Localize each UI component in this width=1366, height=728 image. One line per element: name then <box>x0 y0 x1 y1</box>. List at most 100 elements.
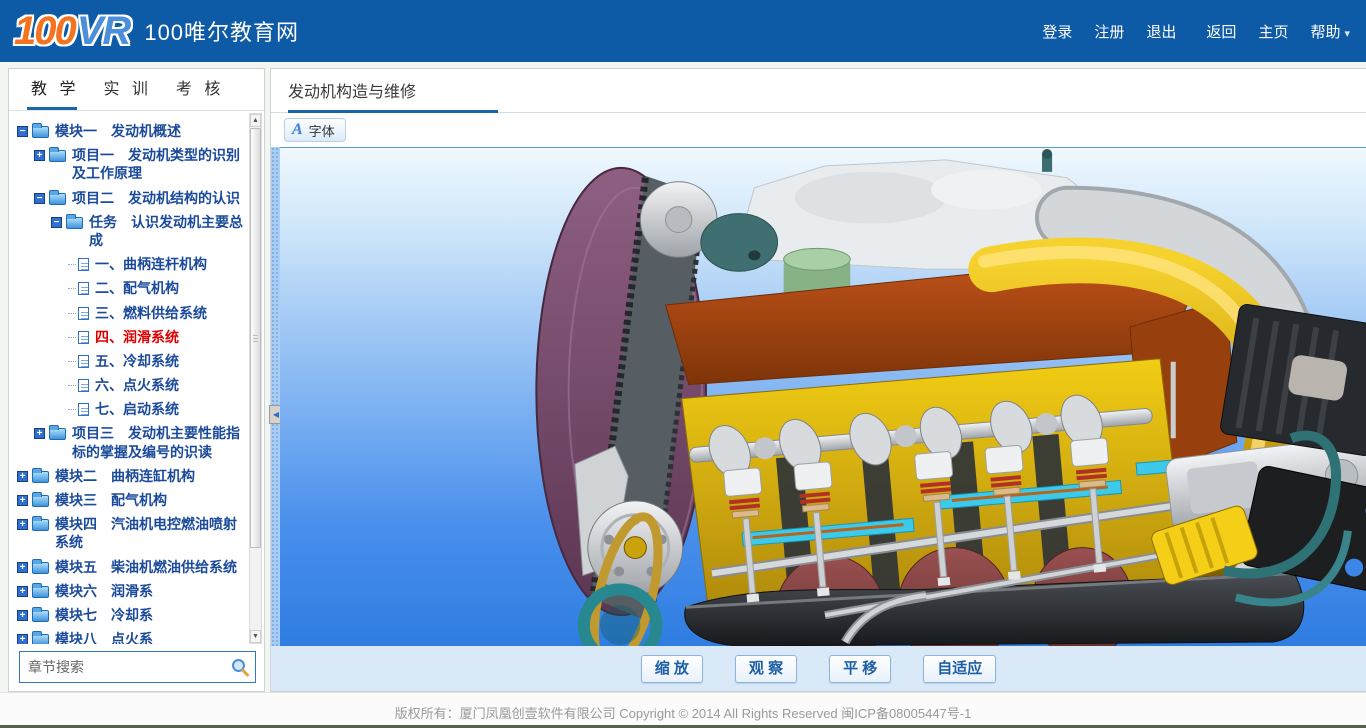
nav-item-3[interactable]: 返回 <box>1206 21 1236 42</box>
viewer-button-0[interactable]: 缩 放 <box>641 655 703 683</box>
expand-icon[interactable]: + <box>17 562 28 573</box>
expand-icon[interactable]: + <box>34 150 45 161</box>
chevron-down-icon: ▾ <box>1344 28 1350 40</box>
course-tree: − 模块一 发动机概述 + 项目一 发动机类型的识别及工作原理 −项目二 发动机结构的认… <box>9 113 248 644</box>
tree-item-label: 模块七 冷却系 <box>55 606 246 624</box>
tree-item-label: 五、冷却系统 <box>95 352 246 370</box>
tree-item-10[interactable]: 七、启动系统 <box>9 397 248 421</box>
tree-item-label: 模块一 发动机概述 <box>55 122 246 140</box>
folder-icon <box>32 495 49 507</box>
tree-item-18[interactable]: + 模块八 点火系 <box>9 627 248 644</box>
tree-item-15[interactable]: +模块五 柴油机燃油供给系统 <box>9 555 248 579</box>
sidebar-tab-2[interactable]: 考 核 <box>164 69 236 110</box>
tree-item-1[interactable]: + 项目一 发动机类型的识别及工作原理 <box>9 143 248 185</box>
expand-icon[interactable]: + <box>17 634 28 644</box>
main-panel: 发动机构造与维修 A 字体 ◀ <box>270 68 1366 692</box>
folder-icon <box>32 562 49 574</box>
tree-guide-line <box>68 400 76 410</box>
tree-item-11[interactable]: +项目三 发动机主要性能指标的掌握及编号的识读 <box>9 421 248 463</box>
tree-guide-line <box>68 279 76 289</box>
tree-item-12[interactable]: + 模块二 曲柄连缸机构 <box>9 464 248 488</box>
site-logo[interactable]: 100 VR <box>14 9 130 54</box>
expand-icon[interactable]: + <box>17 519 28 530</box>
nav-item-2[interactable]: 退出 <box>1146 21 1176 42</box>
tree-item-16[interactable]: + 模块六 润滑系 <box>9 579 248 603</box>
tree-item-label: 任务 认识发动机主要总成 <box>89 213 246 249</box>
collapse-icon[interactable]: − <box>34 193 45 204</box>
active-tab-underline <box>288 110 498 113</box>
tree-item-3[interactable]: − 任务 认识发动机主要总成 <box>9 210 248 252</box>
content-tabbar: 发动机构造与维修 <box>271 69 1366 113</box>
sidebar-tabs: 教 学实 训考 核 <box>9 69 264 111</box>
viewer-button-2[interactable]: 平 移 <box>829 655 891 683</box>
search-input[interactable] <box>19 651 256 683</box>
nav-item-1[interactable]: 注册 <box>1094 21 1124 42</box>
folder-icon <box>66 217 83 229</box>
viewer-button-3[interactable]: 自适应 <box>923 655 996 683</box>
nav-item-0[interactable]: 登录 <box>1042 21 1072 42</box>
tree-item-label: 二、配气机构 <box>95 279 246 297</box>
expand-icon[interactable]: + <box>17 495 28 506</box>
font-a-icon: A <box>292 121 303 139</box>
tree-item-14[interactable]: +模块四 汽油机电控燃油喷射系统 <box>9 512 248 554</box>
tree-item-label: 模块三 配气机构 <box>55 491 246 509</box>
font-button-label: 字体 <box>309 121 335 140</box>
expand-icon[interactable]: + <box>17 586 28 597</box>
tree-item-2[interactable]: −项目二 发动机结构的认识 <box>9 186 248 210</box>
logo-vr-text: VR <box>77 9 131 54</box>
tree-item-0[interactable]: − 模块一 发动机概述 <box>9 119 248 143</box>
font-button[interactable]: A 字体 <box>284 118 346 142</box>
collapse-icon[interactable]: − <box>17 126 28 137</box>
tree-guide-line <box>68 255 76 265</box>
search-icon[interactable] <box>230 657 250 677</box>
tree-item-4[interactable]: 一、曲柄连杆机构 <box>9 252 248 276</box>
tree-item-13[interactable]: + 模块三 配气机构 <box>9 488 248 512</box>
tree-item-9[interactable]: 六、点火系统 <box>9 373 248 397</box>
site-title: 100唯尔教育网 <box>144 15 299 47</box>
viewer-button-1[interactable]: 观 察 <box>735 655 797 683</box>
tree-item-label: 模块六 润滑系 <box>55 582 246 600</box>
collapse-icon[interactable]: − <box>51 217 62 228</box>
expand-icon[interactable]: + <box>34 428 45 439</box>
viewer-toolbar: A 字体 <box>271 113 1366 147</box>
logo-100-text: 100 <box>14 9 75 54</box>
scroll-down-icon[interactable]: ▼ <box>250 630 261 643</box>
folder-icon <box>32 610 49 622</box>
tree-guide-line <box>68 304 76 314</box>
tree-guide-line <box>68 352 76 362</box>
scrollbar-thumb[interactable] <box>250 128 261 548</box>
nav-item-4[interactable]: 主页 <box>1258 21 1288 42</box>
document-icon <box>78 307 89 320</box>
tree-item-7[interactable]: 四、润滑系统 <box>9 325 248 349</box>
tab-engine-course[interactable]: 发动机构造与维修 <box>288 69 416 113</box>
copyright-text: 版权所有：厦门凤凰创壹软件有限公司 Copyright © 2014 All R… <box>395 703 972 722</box>
sidebar-tab-1[interactable]: 实 训 <box>91 69 163 110</box>
tree-guide-line <box>68 376 76 386</box>
scroll-up-icon[interactable]: ▲ <box>250 114 261 127</box>
folder-icon <box>32 519 49 531</box>
tree-item-label: 模块八 点火系 <box>55 630 246 644</box>
tree-item-17[interactable]: + 模块七 冷却系 <box>9 603 248 627</box>
document-icon <box>78 282 89 295</box>
tree-item-5[interactable]: 二、配气机构 <box>9 276 248 300</box>
engine-3d-model[interactable] <box>280 148 1366 646</box>
sidebar-splitter[interactable]: ◀ <box>271 147 280 646</box>
sidebar-tab-0[interactable]: 教 学 <box>19 69 91 110</box>
tree-item-label: 四、润滑系统 <box>95 328 246 346</box>
viewer-controls: 缩 放 观 察 平 移 自适应 <box>271 646 1366 691</box>
engine-3d-viewport[interactable] <box>280 147 1366 646</box>
tree-item-label: 三、燃料供给系统 <box>95 304 246 322</box>
course-sidebar: 教 学实 训考 核 − 模块一 发动机概述 + 项目一 发动机类型的识别及工作原理 −项… <box>8 68 265 692</box>
tree-item-6[interactable]: 三、燃料供给系统 <box>9 301 248 325</box>
expand-icon[interactable]: + <box>17 471 28 482</box>
nav-item-5[interactable]: 帮助▾ <box>1310 21 1350 42</box>
document-icon <box>78 258 89 271</box>
app-header: 100 VR 100唯尔教育网 登录 注册 退出 返回 主页 帮助▾ <box>0 0 1366 62</box>
tree-item-label: 模块二 曲柄连缸机构 <box>55 467 246 485</box>
tree-scrollbar[interactable]: ▲ ▼ <box>249 113 262 644</box>
tree-item-8[interactable]: 五、冷却系统 <box>9 349 248 373</box>
tree-item-label: 项目一 发动机类型的识别及工作原理 <box>72 146 246 182</box>
document-icon <box>78 355 89 368</box>
folder-icon <box>32 471 49 483</box>
expand-icon[interactable]: + <box>17 610 28 621</box>
